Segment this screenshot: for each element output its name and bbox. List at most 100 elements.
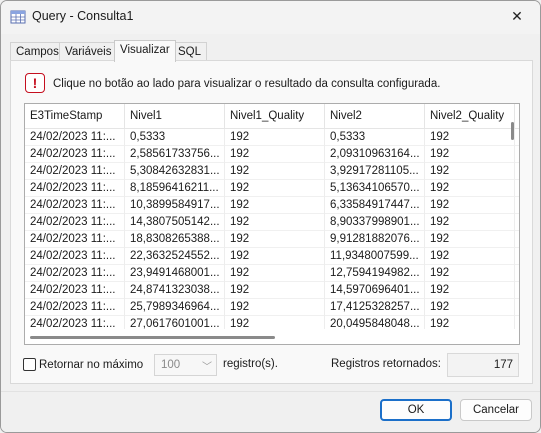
table-cell: 27,0617601001... [125, 316, 225, 329]
table-cell: 10,3899584917... [125, 197, 225, 214]
table-row[interactable]: 24/02/2023 11:... 24,8741323038... 192 14,5… [25, 282, 519, 299]
table-cell: 25,7989346964... [125, 299, 225, 316]
table-cell: 192 [225, 146, 325, 163]
table-cell: 192 [225, 282, 325, 299]
exclamation-icon[interactable]: ! [25, 73, 45, 93]
table-row[interactable]: 24/02/2023 11:... 27,0617601001... 192 20,0… [25, 316, 519, 329]
column-header[interactable]: Nivel1_Quality [225, 104, 325, 129]
returned-records-value: 177 [447, 353, 519, 377]
column-header[interactable]: E3TimeStamp [25, 104, 125, 129]
table-cell: 192 [425, 163, 515, 180]
table-cell: 22,3632524552... [125, 248, 225, 265]
table-cell: 2,58561733756... [125, 146, 225, 163]
table-row[interactable]: 24/02/2023 11:... 2,58561733756... 192 2,09… [25, 146, 519, 163]
table-cell: 192 [425, 282, 515, 299]
horizontal-scrollbar[interactable] [25, 332, 519, 344]
vertical-scroll-thumb[interactable] [511, 122, 514, 140]
table-cell: 24/02/2023 11:... [25, 265, 125, 282]
table-cell: 192 [425, 180, 515, 197]
table-row[interactable]: 24/02/2023 11:... 10,3899584917... 192 6,33… [25, 197, 519, 214]
table-row[interactable]: 24/02/2023 11:... 14,3807505142... 192 8,90… [25, 214, 519, 231]
ok-button[interactable]: OK [380, 399, 452, 421]
table-cell: 192 [225, 248, 325, 265]
returned-records-label: Registros retornados: [331, 358, 441, 370]
table-cell: 192 [425, 146, 515, 163]
max-records-select[interactable]: 100 ﹀ [154, 354, 217, 376]
chevron-down-icon: ﹀ [202, 362, 212, 373]
table-cell: 192 [225, 197, 325, 214]
table-row[interactable]: 24/02/2023 11:... 5,30842632831... 192 3,92… [25, 163, 519, 180]
grid-body: 24/02/2023 11:... 0,5333 192 0,5333 192 24/02… [25, 129, 519, 329]
results-grid[interactable]: E3TimeStamp Nivel1 Nivel1_Quality Nivel2… [24, 103, 520, 345]
table-cell: 20,0495848048... [325, 316, 425, 329]
table-cell: 192 [425, 265, 515, 282]
table-cell: 9,91281882076... [325, 231, 425, 248]
table-cell: 12,7594194982... [325, 265, 425, 282]
table-cell: 192 [225, 231, 325, 248]
table-cell: 192 [225, 299, 325, 316]
table-row[interactable]: 24/02/2023 11:... 0,5333 192 0,5333 192 [25, 129, 519, 146]
table-cell: 192 [425, 197, 515, 214]
table-cell: 192 [225, 214, 325, 231]
table-cell: 192 [425, 299, 515, 316]
table-cell: 24/02/2023 11:... [25, 146, 125, 163]
column-header[interactable]: Nivel2 [325, 104, 425, 129]
column-header[interactable]: Nivel2_Quality [425, 104, 515, 129]
horizontal-scroll-thumb[interactable] [30, 336, 275, 339]
max-records-value: 100 [161, 359, 181, 371]
column-header[interactable]: Nivel1 [125, 104, 225, 129]
table-row[interactable]: 24/02/2023 11:... 18,8308265388... 192 9,91… [25, 231, 519, 248]
query-table-icon [10, 9, 26, 25]
table-row[interactable]: 24/02/2023 11:... 23,9491468001... 192 12,7… [25, 265, 519, 282]
query-dialog: Query - Consulta1 ✕ Campos Variáveis Vis… [0, 0, 541, 433]
table-cell: 18,8308265388... [125, 231, 225, 248]
table-cell: 192 [225, 265, 325, 282]
table-cell: 24/02/2023 11:... [25, 129, 125, 146]
table-cell: 14,5970696401... [325, 282, 425, 299]
table-cell: 17,4125328257... [325, 299, 425, 316]
table-cell: 14,3807505142... [125, 214, 225, 231]
table-row[interactable]: 24/02/2023 11:... 8,18596416211... 192 5,13… [25, 180, 519, 197]
table-cell: 11,9348007599... [325, 248, 425, 265]
table-cell: 24/02/2023 11:... [25, 214, 125, 231]
vertical-scrollbar[interactable] [507, 104, 519, 329]
grid-header: E3TimeStamp Nivel1 Nivel1_Quality Nivel2… [25, 104, 519, 129]
tab-campos[interactable]: Campos [10, 42, 65, 61]
tab-visualizar[interactable]: Visualizar [114, 40, 176, 62]
max-records-option[interactable]: Retornar no máximo [23, 358, 143, 371]
table-cell: 192 [425, 231, 515, 248]
table-cell: 3,92917281105... [325, 163, 425, 180]
table-cell: 24/02/2023 11:... [25, 180, 125, 197]
registros-label: registro(s). [223, 358, 278, 370]
table-cell: 24/02/2023 11:... [25, 197, 125, 214]
table-cell: 8,90337998901... [325, 214, 425, 231]
max-records-checkbox[interactable] [23, 358, 36, 371]
table-cell: 192 [225, 163, 325, 180]
table-cell: 2,09310963164... [325, 146, 425, 163]
table-cell: 0,5333 [325, 129, 425, 146]
table-cell: 24/02/2023 11:... [25, 282, 125, 299]
table-row[interactable]: 24/02/2023 11:... 25,7989346964... 192 17,4… [25, 299, 519, 316]
table-cell: 24/02/2023 11:... [25, 299, 125, 316]
tab-variaveis[interactable]: Variáveis [59, 42, 118, 61]
close-icon[interactable]: ✕ [494, 1, 540, 32]
cancel-button[interactable]: Cancelar [460, 399, 532, 421]
table-cell: 0,5333 [125, 129, 225, 146]
table-cell: 24/02/2023 11:... [25, 231, 125, 248]
table-cell: 24/02/2023 11:... [25, 316, 125, 329]
max-records-label: Retornar no máximo [39, 358, 144, 371]
table-cell: 24/02/2023 11:... [25, 248, 125, 265]
table-cell: 192 [225, 129, 325, 146]
table-cell: 24,8741323038... [125, 282, 225, 299]
table-cell: 192 [425, 316, 515, 329]
table-cell: 192 [225, 316, 325, 329]
table-cell: 192 [425, 214, 515, 231]
table-cell: 192 [425, 129, 515, 146]
window-title: Query - Consulta1 [32, 9, 134, 23]
tab-sql[interactable]: SQL [172, 42, 208, 61]
table-cell: 24/02/2023 11:... [25, 163, 125, 180]
info-text: Clique no botão ao lado para visualizar … [53, 78, 441, 90]
table-cell: 5,13634106570... [325, 180, 425, 197]
table-row[interactable]: 24/02/2023 11:... 22,3632524552... 192 11,9… [25, 248, 519, 265]
table-cell: 5,30842632831... [125, 163, 225, 180]
